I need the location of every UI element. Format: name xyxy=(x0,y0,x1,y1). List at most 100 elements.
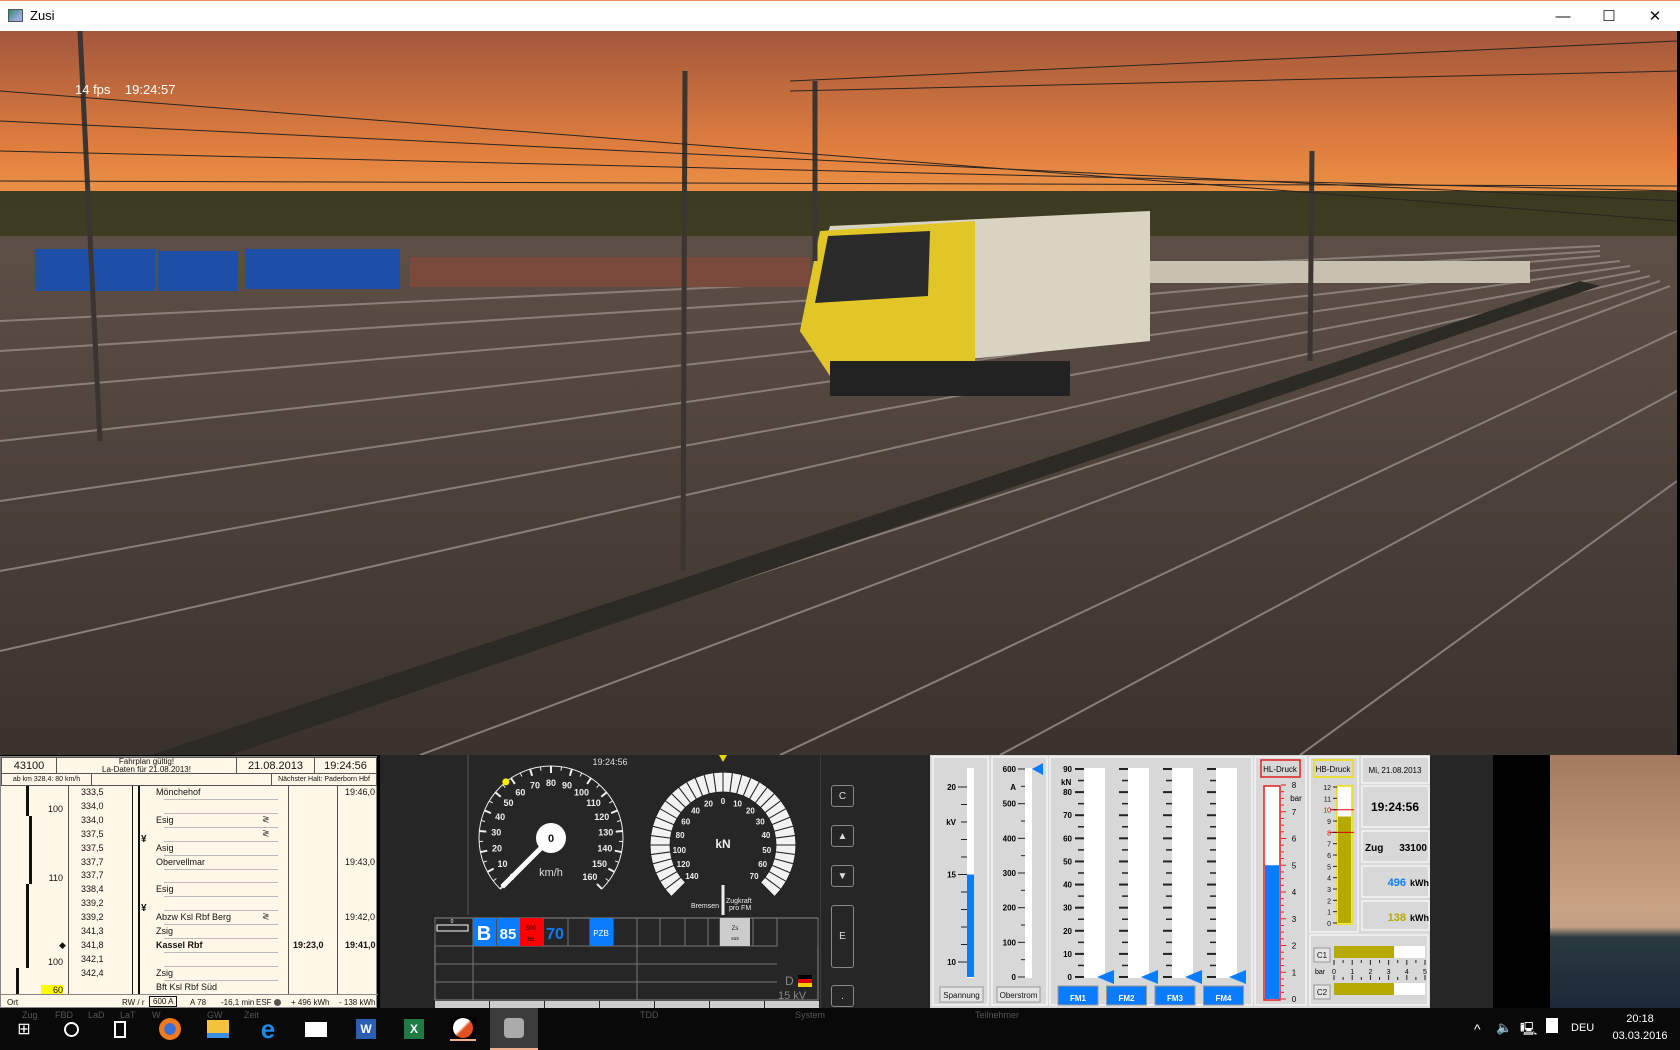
fm3-button[interactable]: FM3 xyxy=(1154,985,1196,1006)
timetable-row[interactable]: 339,2 ¥ xyxy=(1,897,378,914)
e-button[interactable]: E xyxy=(831,905,854,968)
brake-force-label: 60 xyxy=(681,818,690,827)
hb-label: 1 xyxy=(1327,910,1331,917)
pzb-frequency: 500 xyxy=(526,926,537,932)
fm1-button[interactable]: FM1 xyxy=(1057,985,1099,1006)
brake-force-label: 120 xyxy=(677,860,691,869)
bc-label: 1 xyxy=(1350,969,1354,976)
timetable-row[interactable]: 337,5 Asig xyxy=(1,842,378,856)
speed-tick xyxy=(488,800,493,804)
c2-button[interactable]: C2 xyxy=(1313,984,1331,1000)
hl-label: 3 xyxy=(1292,915,1297,924)
zusi-editor-icon[interactable] xyxy=(450,1017,476,1041)
timetable-row[interactable]: 60 Bft Ksl Rbf Süd xyxy=(1,981,378,995)
flag-red xyxy=(798,979,812,983)
energy-unit-1: kWh xyxy=(1410,878,1429,888)
timetable-row[interactable]: 100 334,0 xyxy=(1,800,378,814)
speed-tick xyxy=(586,777,592,785)
timetable-row[interactable]: 337,5 ¥ ≷ xyxy=(1,827,378,845)
close-button[interactable]: ✕ xyxy=(1632,1,1678,31)
clock-time[interactable]: 20:18 xyxy=(1610,1013,1670,1025)
notice-empty xyxy=(91,773,272,786)
c1-button[interactable]: C1 xyxy=(1313,947,1331,963)
speed-note: ab km 328,4: 80 km/h xyxy=(1,773,92,786)
timetable-row[interactable]: 342,4 Zsig xyxy=(1,967,378,981)
up-button[interactable]: ▲ xyxy=(831,825,854,847)
current-unit: A xyxy=(1010,783,1016,792)
motor-force-label: 10 xyxy=(1063,950,1072,959)
timetable-body[interactable]: 333,5 Mönchehof 19:46,0 100 334,0 334,0 Esig ≷ 3… xyxy=(1,786,378,995)
hl-label: 4 xyxy=(1292,888,1297,897)
timetable-row[interactable]: 337,7 Obervellmar 19:43,0 xyxy=(1,856,378,870)
speed-label: 30 xyxy=(491,828,501,838)
km-position: 339,2 xyxy=(81,898,104,909)
volume-icon[interactable]: 🔈 xyxy=(1496,1020,1512,1036)
fps-overlay: 14 fps 19:24:57 xyxy=(75,82,175,97)
mail-icon[interactable] xyxy=(303,1017,329,1041)
windows-start-icon[interactable]: ⊞ xyxy=(11,1017,37,1041)
network-icon[interactable]: 🖳 xyxy=(1520,1020,1537,1042)
motor-force-label: 50 xyxy=(1063,857,1072,866)
timetable-row[interactable]: 110 337,7 xyxy=(1,869,378,884)
edge-icon[interactable]: e xyxy=(255,1014,281,1044)
bc-label: 2 xyxy=(1368,969,1372,976)
timetable-row[interactable]: 338,4 Esig xyxy=(1,883,378,898)
info-time: 19:24:56 xyxy=(1371,800,1419,814)
tray-expand-icon[interactable]: ^ xyxy=(1474,1021,1481,1037)
speed-label: 130 xyxy=(598,828,613,838)
speed-unit: km/h xyxy=(539,867,563,879)
motor-force-tube xyxy=(1128,768,1149,978)
notification-icon[interactable] xyxy=(1546,1018,1558,1033)
timetable-row[interactable]: 333,5 Mönchehof 19:46,0 xyxy=(1,786,378,800)
bc-unit: bar xyxy=(1315,969,1326,976)
hb-label: 10 xyxy=(1323,808,1331,815)
c-button[interactable]: C xyxy=(831,785,854,807)
clock-date[interactable]: 03.03.2016 xyxy=(1610,1030,1670,1042)
arrival-time: 19:23,0 xyxy=(293,939,324,950)
hb-label: 5 xyxy=(1327,864,1331,871)
fm2-button[interactable]: FM2 xyxy=(1106,985,1147,1006)
km-position: 339,2 xyxy=(81,912,104,923)
force-needle xyxy=(721,885,725,915)
simulation-viewport[interactable] xyxy=(0,31,1677,755)
timetable-row[interactable]: 341,8 ◆ Kassel Rbf 19:23,0 19:41,0 xyxy=(1,939,378,953)
down-button[interactable]: ▼ xyxy=(831,865,854,887)
rw-value: 600 A xyxy=(149,996,178,1007)
language-indicator[interactable]: DEU xyxy=(1571,1022,1594,1034)
task-view-icon[interactable] xyxy=(107,1017,133,1041)
minimize-button[interactable]: — xyxy=(1540,1,1586,31)
timetable-row[interactable]: 341,3 Zsig xyxy=(1,925,378,939)
station-name: Obervellmar xyxy=(156,856,206,867)
station-name: Bft Ksl Rbf Süd xyxy=(156,981,218,992)
search-icon[interactable] xyxy=(58,1017,84,1041)
zusi-icon[interactable] xyxy=(490,1008,538,1050)
fm4-button[interactable]: FM4 xyxy=(1203,985,1244,1006)
motor-force-tube xyxy=(1084,768,1105,978)
c2-fill xyxy=(1334,983,1395,995)
energy-consumed: 496 xyxy=(1388,877,1406,889)
maximize-button[interactable]: ☐ xyxy=(1586,1,1632,31)
excel-icon[interactable]: X xyxy=(401,1017,427,1041)
motor-force-label: 0 xyxy=(1068,973,1073,982)
wavy-marker-icon: ≷ xyxy=(262,827,270,838)
timetable-row[interactable]: 334,0 Esig ≷ xyxy=(1,814,378,828)
brake-force-label: 0 xyxy=(721,797,726,806)
dot-button[interactable]: . xyxy=(831,985,854,1007)
current-label: 100 xyxy=(1003,938,1017,947)
energy-unit-2: kWh xyxy=(1410,913,1429,923)
current-max-marker-icon xyxy=(1032,763,1043,775)
traction-force-label: 30 xyxy=(756,818,765,827)
firefox-icon[interactable] xyxy=(157,1017,183,1041)
speed-tick xyxy=(481,820,486,822)
word-icon[interactable]: W xyxy=(353,1017,379,1041)
speed-tick xyxy=(596,784,600,788)
timetable-row[interactable]: 339,2 Abzw Ksl Rbf Berg ≷ 19:42,0 xyxy=(1,911,378,926)
timetable-row[interactable]: 100 342,1 xyxy=(1,953,378,967)
timetable-panel: 43100 Fahrplan gültig! La-Daten für 21.0… xyxy=(0,756,378,1008)
file-explorer-icon[interactable] xyxy=(205,1017,231,1041)
fm1-button-label: FM1 xyxy=(1070,994,1087,1003)
current-button[interactable]: Oberstrom xyxy=(996,986,1041,1003)
speed-label: 10 xyxy=(497,859,507,869)
voltage-button[interactable]: Spannung xyxy=(939,986,984,1003)
speed-label: 40 xyxy=(495,812,505,822)
